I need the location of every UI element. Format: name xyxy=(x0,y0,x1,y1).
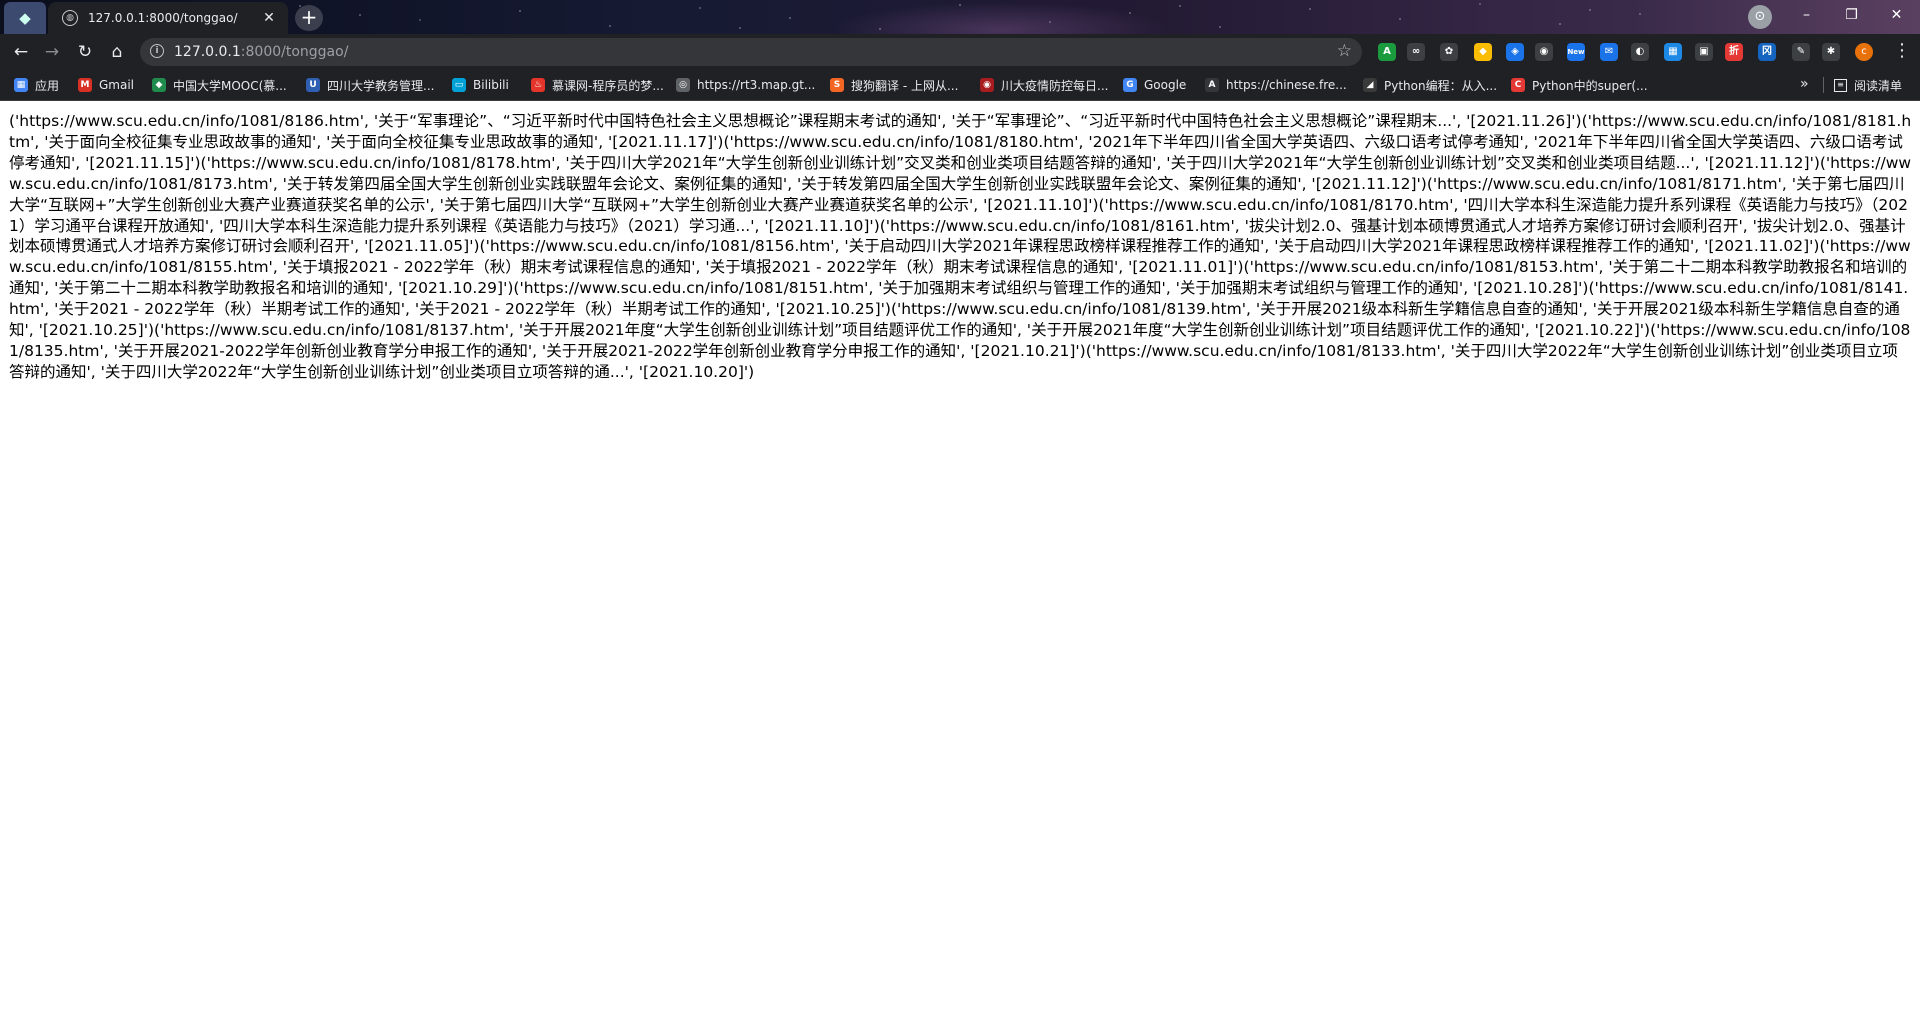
bookmark-favicon-icon: A xyxy=(1205,78,1219,92)
browser-menu-icon[interactable]: ⋮ xyxy=(1892,40,1912,61)
bookmark-favicon-icon: M xyxy=(78,78,92,92)
extension-icon[interactable]: ✉ xyxy=(1600,43,1618,61)
bookmark-label: Gmail xyxy=(99,78,135,92)
minimize-button[interactable]: – xyxy=(1784,0,1829,30)
bookmark-label: 中国大学MOOC(慕... xyxy=(173,78,287,93)
bookmarks-overflow-icon[interactable]: » xyxy=(1800,76,1809,92)
bookmark-label: Google xyxy=(1144,78,1187,92)
bookmark-favicon-icon: ◉ xyxy=(980,78,994,92)
url-host: 127.0.0.1 xyxy=(174,44,241,60)
profile-icon[interactable]: ⊙ xyxy=(1748,5,1772,29)
extension-icon[interactable]: A xyxy=(1378,43,1396,61)
bookmark-imooc[interactable]: ♨ 慕课网-程序员的梦... xyxy=(531,77,664,93)
profile-avatar[interactable]: c xyxy=(1855,43,1873,61)
close-window-button[interactable]: ✕ xyxy=(1874,0,1919,30)
bookmark-star-icon[interactable]: ☆ xyxy=(1337,41,1352,61)
address-url[interactable]: 127.0.0.1:8000/tonggao/ xyxy=(174,44,348,60)
browser-tab[interactable]: ◍ 127.0.0.1:8000/tonggao/ ✕ xyxy=(48,2,288,34)
bookmark-bilibili[interactable]: ▭ Bilibili xyxy=(452,77,509,93)
bookmarks-divider xyxy=(1823,77,1824,93)
browser-toolbar: ← → ↻ ⌂ i 127.0.0.1:8000/tonggao/ ☆ A ∞ ✿ ◆… xyxy=(0,34,1920,70)
bookmark-label: Python中的super(... xyxy=(1532,78,1648,93)
globe-icon: ◍ xyxy=(62,10,78,26)
url-path: :8000/tonggao/ xyxy=(240,44,349,60)
bookmark-favicon-icon: ◎ xyxy=(676,78,690,92)
raw-tuple-output: ('https://www.scu.edu.cn/info/1081/8186.… xyxy=(9,112,1912,381)
tab-close-icon[interactable]: ✕ xyxy=(258,10,280,26)
bookmark-google[interactable]: G Google xyxy=(1123,77,1186,93)
bookmark-rt3-map[interactable]: ◎ https://rt3.map.gt... xyxy=(676,77,815,93)
bookmark-favicon-icon: ▭ xyxy=(452,78,466,92)
bookmark-label: 搜狗翻译 - 上网从... xyxy=(851,78,959,93)
bookmark-label: Python编程：从入... xyxy=(1384,78,1498,93)
reading-list-label: 阅读清单 xyxy=(1854,79,1903,93)
bookmark-scu-epidemic[interactable]: ◉ 川大疫情防控每日... xyxy=(980,77,1108,93)
bookmark-favicon-icon: ◢ xyxy=(1363,78,1377,92)
bookmark-label: 慕课网-程序员的梦... xyxy=(552,78,664,93)
bookmark-favicon-icon: C xyxy=(1511,78,1525,92)
bookmark-favicon-icon: ◆ xyxy=(152,78,166,92)
reading-list-icon: ≡ xyxy=(1834,79,1847,92)
new-tab-button[interactable]: + xyxy=(295,5,323,31)
bookmark-label: 川大疫情防控每日... xyxy=(1001,78,1109,93)
app-icon[interactable]: ◆ xyxy=(4,2,46,34)
reload-icon[interactable]: ↻ xyxy=(71,38,99,66)
extension-icon[interactable]: ◐ xyxy=(1631,43,1649,61)
extension-icon[interactable]: ▣ xyxy=(1695,43,1713,61)
bookmark-chinese-fre[interactable]: Ahttps://chinese.fre... xyxy=(1205,77,1347,93)
bookmark-apps[interactable]: ▦ 应用 xyxy=(14,77,59,93)
bookmark-label: https://chinese.fre... xyxy=(1226,78,1347,92)
address-bar[interactable]: i 127.0.0.1:8000/tonggao/ ☆ xyxy=(140,38,1362,66)
maximize-button[interactable]: ❐ xyxy=(1829,0,1874,30)
bookmark-favicon-icon: U xyxy=(306,78,320,92)
bookmark-label: Bilibili xyxy=(473,78,509,92)
extension-icon[interactable]: New xyxy=(1567,43,1585,61)
forward-arrow-icon[interactable]: → xyxy=(38,38,66,66)
reading-list-button[interactable]: ≡ 阅读清单 xyxy=(1834,77,1902,94)
extension-icon[interactable]: ∞ xyxy=(1407,43,1425,61)
bookmark-favicon-icon: G xyxy=(1123,78,1137,92)
page-content: ('https://www.scu.edu.cn/info/1081/8186.… xyxy=(0,101,1920,1029)
bookmark-scu-jiaowu[interactable]: U 四川大学教务管理... xyxy=(306,77,434,93)
bookmark-mooc[interactable]: ◆ 中国大学MOOC(慕... xyxy=(152,77,287,93)
bookmark-label: 四川大学教务管理... xyxy=(327,78,435,93)
bookmark-favicon-icon: ▦ xyxy=(14,78,28,92)
extension-icon[interactable]: 冈 xyxy=(1758,43,1776,61)
bookmark-label: https://rt3.map.gt... xyxy=(697,78,816,92)
bookmark-sogou-translate[interactable]: S 搜狗翻译 - 上网从... xyxy=(830,77,958,93)
site-info-icon[interactable]: i xyxy=(150,44,164,58)
bookmark-gmail[interactable]: M Gmail xyxy=(78,77,134,93)
tab-title: 127.0.0.1:8000/tonggao/ xyxy=(88,11,238,25)
bookmark-python-super[interactable]: C Python中的super(... xyxy=(1511,77,1648,93)
back-arrow-icon[interactable]: ← xyxy=(7,38,35,66)
extension-icon[interactable]: ◉ xyxy=(1535,43,1553,61)
extension-icon[interactable]: ◈ xyxy=(1506,43,1524,61)
bookmark-favicon-icon: S xyxy=(830,78,844,92)
extension-icon[interactable]: ▦ xyxy=(1664,43,1682,61)
home-icon[interactable]: ⌂ xyxy=(103,38,131,66)
extension-icon[interactable]: ◆ xyxy=(1474,43,1492,61)
tab-strip: ◆ ◍ 127.0.0.1:8000/tonggao/ ✕ + ⊙ – ❐ ✕ xyxy=(0,0,1920,34)
extension-icon[interactable]: ✱ xyxy=(1822,43,1840,61)
extension-icon[interactable]: ✿ xyxy=(1440,43,1458,61)
extension-icon[interactable]: ✎ xyxy=(1792,43,1810,61)
bookmark-favicon-icon: ♨ xyxy=(531,78,545,92)
extension-icon[interactable]: 折 xyxy=(1725,43,1743,61)
bookmark-python-book[interactable]: ◢ Python编程：从入... xyxy=(1363,77,1497,93)
bookmarks-bar: ▦ 应用 M Gmail ◆ 中国大学MOOC(慕... U 四川大学教务管理... ▭ Bili… xyxy=(0,70,1920,101)
bookmark-label: 应用 xyxy=(35,78,60,93)
